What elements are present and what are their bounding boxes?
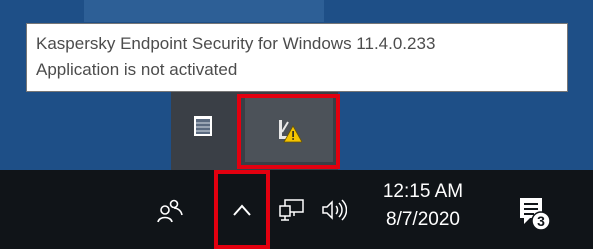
- clock-button[interactable]: 12:15 AM 8/7/2020: [368, 178, 478, 242]
- network-icon: [279, 198, 305, 222]
- speaker-icon: [321, 199, 347, 221]
- volume-button[interactable]: [316, 192, 352, 228]
- notification-count-badge: 3: [537, 213, 545, 229]
- tooltip-product-name: Kaspersky Endpoint Security for Windows …: [36, 34, 436, 53]
- kaspersky-tooltip: Kaspersky Endpoint Security for Windows …: [26, 23, 568, 92]
- people-icon: [156, 196, 184, 224]
- action-center-icon: 3: [512, 192, 552, 232]
- action-center-button[interactable]: 3: [508, 188, 556, 236]
- desktop-window-shadow: [84, 0, 324, 22]
- show-hidden-icons-button[interactable]: [224, 190, 260, 230]
- app-window-icon: [193, 115, 213, 137]
- tooltip-status: Application is not activated: [36, 60, 238, 79]
- clock-date: 8/7/2020: [386, 209, 460, 230]
- people-button[interactable]: [152, 192, 188, 228]
- tray-kaspersky-icon-button[interactable]: [245, 98, 333, 162]
- kaspersky-warning-icon: [276, 117, 302, 143]
- tray-app-icon-button[interactable]: [183, 100, 223, 152]
- clock-time: 12:15 AM: [382, 181, 464, 202]
- network-button[interactable]: [274, 192, 310, 228]
- chevron-up-icon: [232, 203, 252, 217]
